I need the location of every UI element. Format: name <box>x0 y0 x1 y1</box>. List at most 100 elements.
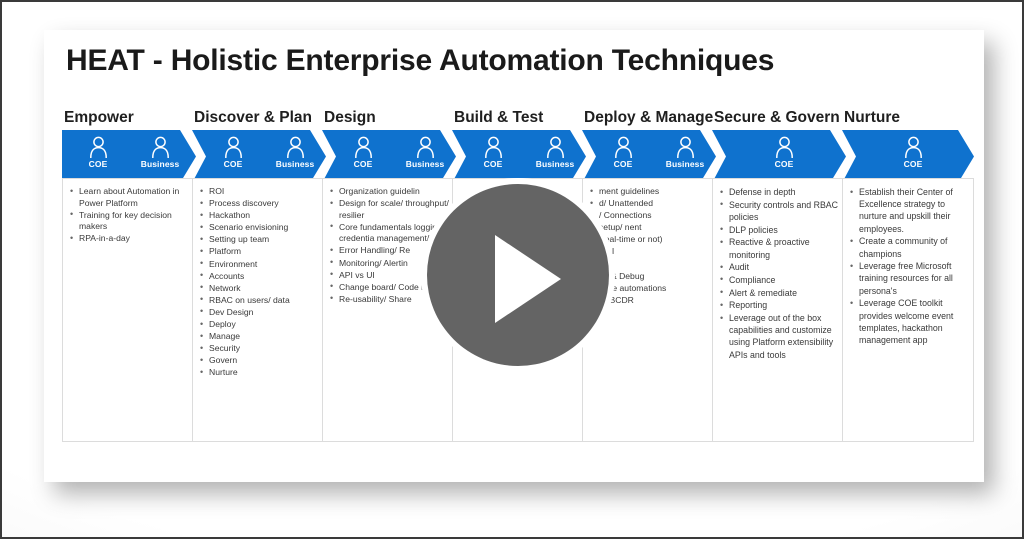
persona-label: COE <box>353 159 373 169</box>
list-item: Create a community of champions <box>847 235 967 259</box>
list-item: Leverage out of the box capabilities and… <box>717 312 839 361</box>
list-item: Reporting <box>717 299 839 311</box>
phase-column-nurture: Nurture COE <box>842 108 974 183</box>
persona-coe: COE <box>332 136 394 169</box>
persona-label: COE <box>223 159 243 169</box>
phase-title-secure-govern: Secure & Govern <box>714 109 840 126</box>
phase-column-design: Design COE Business <box>322 108 456 183</box>
list-item: Govern <box>197 355 319 367</box>
list-item: Alert & remediate <box>717 286 839 299</box>
persona-label: Business <box>665 159 705 169</box>
persona-business: Business <box>394 136 456 169</box>
person-icon <box>546 136 565 158</box>
persona-label: COE <box>613 159 633 169</box>
list-item: Environment <box>197 258 319 271</box>
phase-card-secure-govern: Defense in depthSecurity controls and RB… <box>712 178 846 442</box>
person-icon <box>89 136 108 158</box>
phase-column-build-test: Build & Test COE Business <box>452 108 586 183</box>
phase-title-build-test: Build & Test <box>454 109 544 126</box>
persona-label: COE <box>774 159 794 169</box>
play-triangle-icon <box>495 235 561 323</box>
person-icon <box>676 136 695 158</box>
list-item: Scenario envisioning <box>197 222 319 234</box>
phase-card-empower: Learn about Automation in Power Platform… <box>62 178 196 442</box>
list-item: Accounts <box>197 270 319 283</box>
phase-column-secure-govern: Secure & Govern COE <box>712 108 846 183</box>
bullet-list: ROIProcess discoveryHackathonScenario en… <box>197 186 319 379</box>
phase-title-deploy-manage: Deploy & Manage <box>584 109 714 126</box>
persona-label: Business <box>140 159 180 169</box>
list-item: Setting up team <box>197 234 319 246</box>
bullet-list: Defense in depthSecurity controls and RB… <box>717 185 839 361</box>
phase-column-deploy-manage: Deploy & Manage COE Business <box>582 108 716 183</box>
persona-coe: COE <box>852 136 974 169</box>
list-item: Network <box>197 282 319 295</box>
phase-chevron-design[interactable]: COE Business <box>322 130 456 183</box>
persona-coe: COE <box>462 136 524 169</box>
list-item: Deploy <box>197 319 319 331</box>
phase-column-discover-plan: Discover & Plan COE Business <box>192 108 326 183</box>
phase-title-design: Design <box>324 109 376 126</box>
persona-label: Business <box>405 159 445 169</box>
list-item: Training for key decision makers <box>67 209 189 233</box>
phase-title-nurture: Nurture <box>844 109 900 126</box>
phase-card-nurture: Establish their Center of Excellence str… <box>842 178 974 442</box>
persona-label: COE <box>88 159 108 169</box>
persona-business: Business <box>654 136 716 169</box>
phase-column-empower: Empower COE Business <box>62 108 196 183</box>
phase-chevron-build-test[interactable]: COE Business <box>452 130 586 183</box>
list-item: Nurture <box>197 367 319 379</box>
person-icon <box>614 136 633 158</box>
person-icon <box>151 136 170 158</box>
list-item: Leverage COE toolkit provides welcome ev… <box>847 297 967 346</box>
page-title: HEAT - Holistic Enterprise Automation Te… <box>66 44 775 77</box>
list-item: RPA-in-a-day <box>67 233 189 245</box>
list-item: Leverage free Microsoft training resourc… <box>847 260 967 297</box>
list-item: Security controls and RBAC policies <box>717 198 839 223</box>
list-item: Security <box>197 343 319 355</box>
list-item: Platform <box>197 246 319 258</box>
phase-chevron-deploy-manage[interactable]: COE Business <box>582 130 716 183</box>
phase-chevron-empower[interactable]: COE Business <box>62 130 196 183</box>
phase-chevron-secure-govern[interactable]: COE <box>712 130 846 183</box>
persona-coe: COE <box>722 136 846 169</box>
list-item: RBAC on users/ data <box>197 294 319 307</box>
list-item: Manage <box>197 331 319 343</box>
bullet-list: Establish their Center of Excellence str… <box>847 186 967 346</box>
list-item: Learn about Automation in Power Platform <box>67 185 189 209</box>
person-icon <box>484 136 503 158</box>
phase-card-discover-plan: ROIProcess discoveryHackathonScenario en… <box>192 178 326 442</box>
list-item: Audit <box>717 261 839 273</box>
phase-chevron-nurture[interactable]: COE <box>842 130 974 183</box>
persona-label: COE <box>903 159 923 169</box>
list-item: Defense in depth <box>717 185 839 198</box>
persona-business: Business <box>524 136 586 169</box>
persona-coe: COE <box>592 136 654 169</box>
persona-label: Business <box>275 159 315 169</box>
person-icon <box>224 136 243 158</box>
persona-coe: COE <box>202 136 264 169</box>
persona-label: Business <box>535 159 575 169</box>
persona-coe: COE <box>67 136 129 169</box>
persona-label: COE <box>483 159 503 169</box>
phase-chevron-discover-plan[interactable]: COE Business <box>192 130 326 183</box>
list-item: Establish their Center of Excellence str… <box>847 186 967 235</box>
phase-title-discover-plan: Discover & Plan <box>194 109 313 126</box>
person-icon <box>354 136 373 158</box>
list-item: ROI <box>197 186 319 198</box>
list-item: Process discovery <box>197 198 319 210</box>
video-play-button[interactable] <box>421 178 615 372</box>
list-item: Reactive & proactive monitoring <box>717 236 839 260</box>
list-item: DLP policies <box>717 223 839 236</box>
person-icon <box>416 136 435 158</box>
list-item: Compliance <box>717 273 839 286</box>
persona-business: Business <box>264 136 326 169</box>
phase-title-empower: Empower <box>64 109 134 126</box>
list-item: Hackathon <box>197 210 319 222</box>
bullet-list: Learn about Automation in Power Platform… <box>67 185 189 245</box>
persona-business: Business <box>129 136 191 169</box>
person-icon <box>904 136 923 158</box>
person-icon <box>286 136 305 158</box>
list-item: Dev Design <box>197 306 319 319</box>
screenshot-frame: HEAT - Holistic Enterprise Automation Te… <box>0 0 1024 539</box>
